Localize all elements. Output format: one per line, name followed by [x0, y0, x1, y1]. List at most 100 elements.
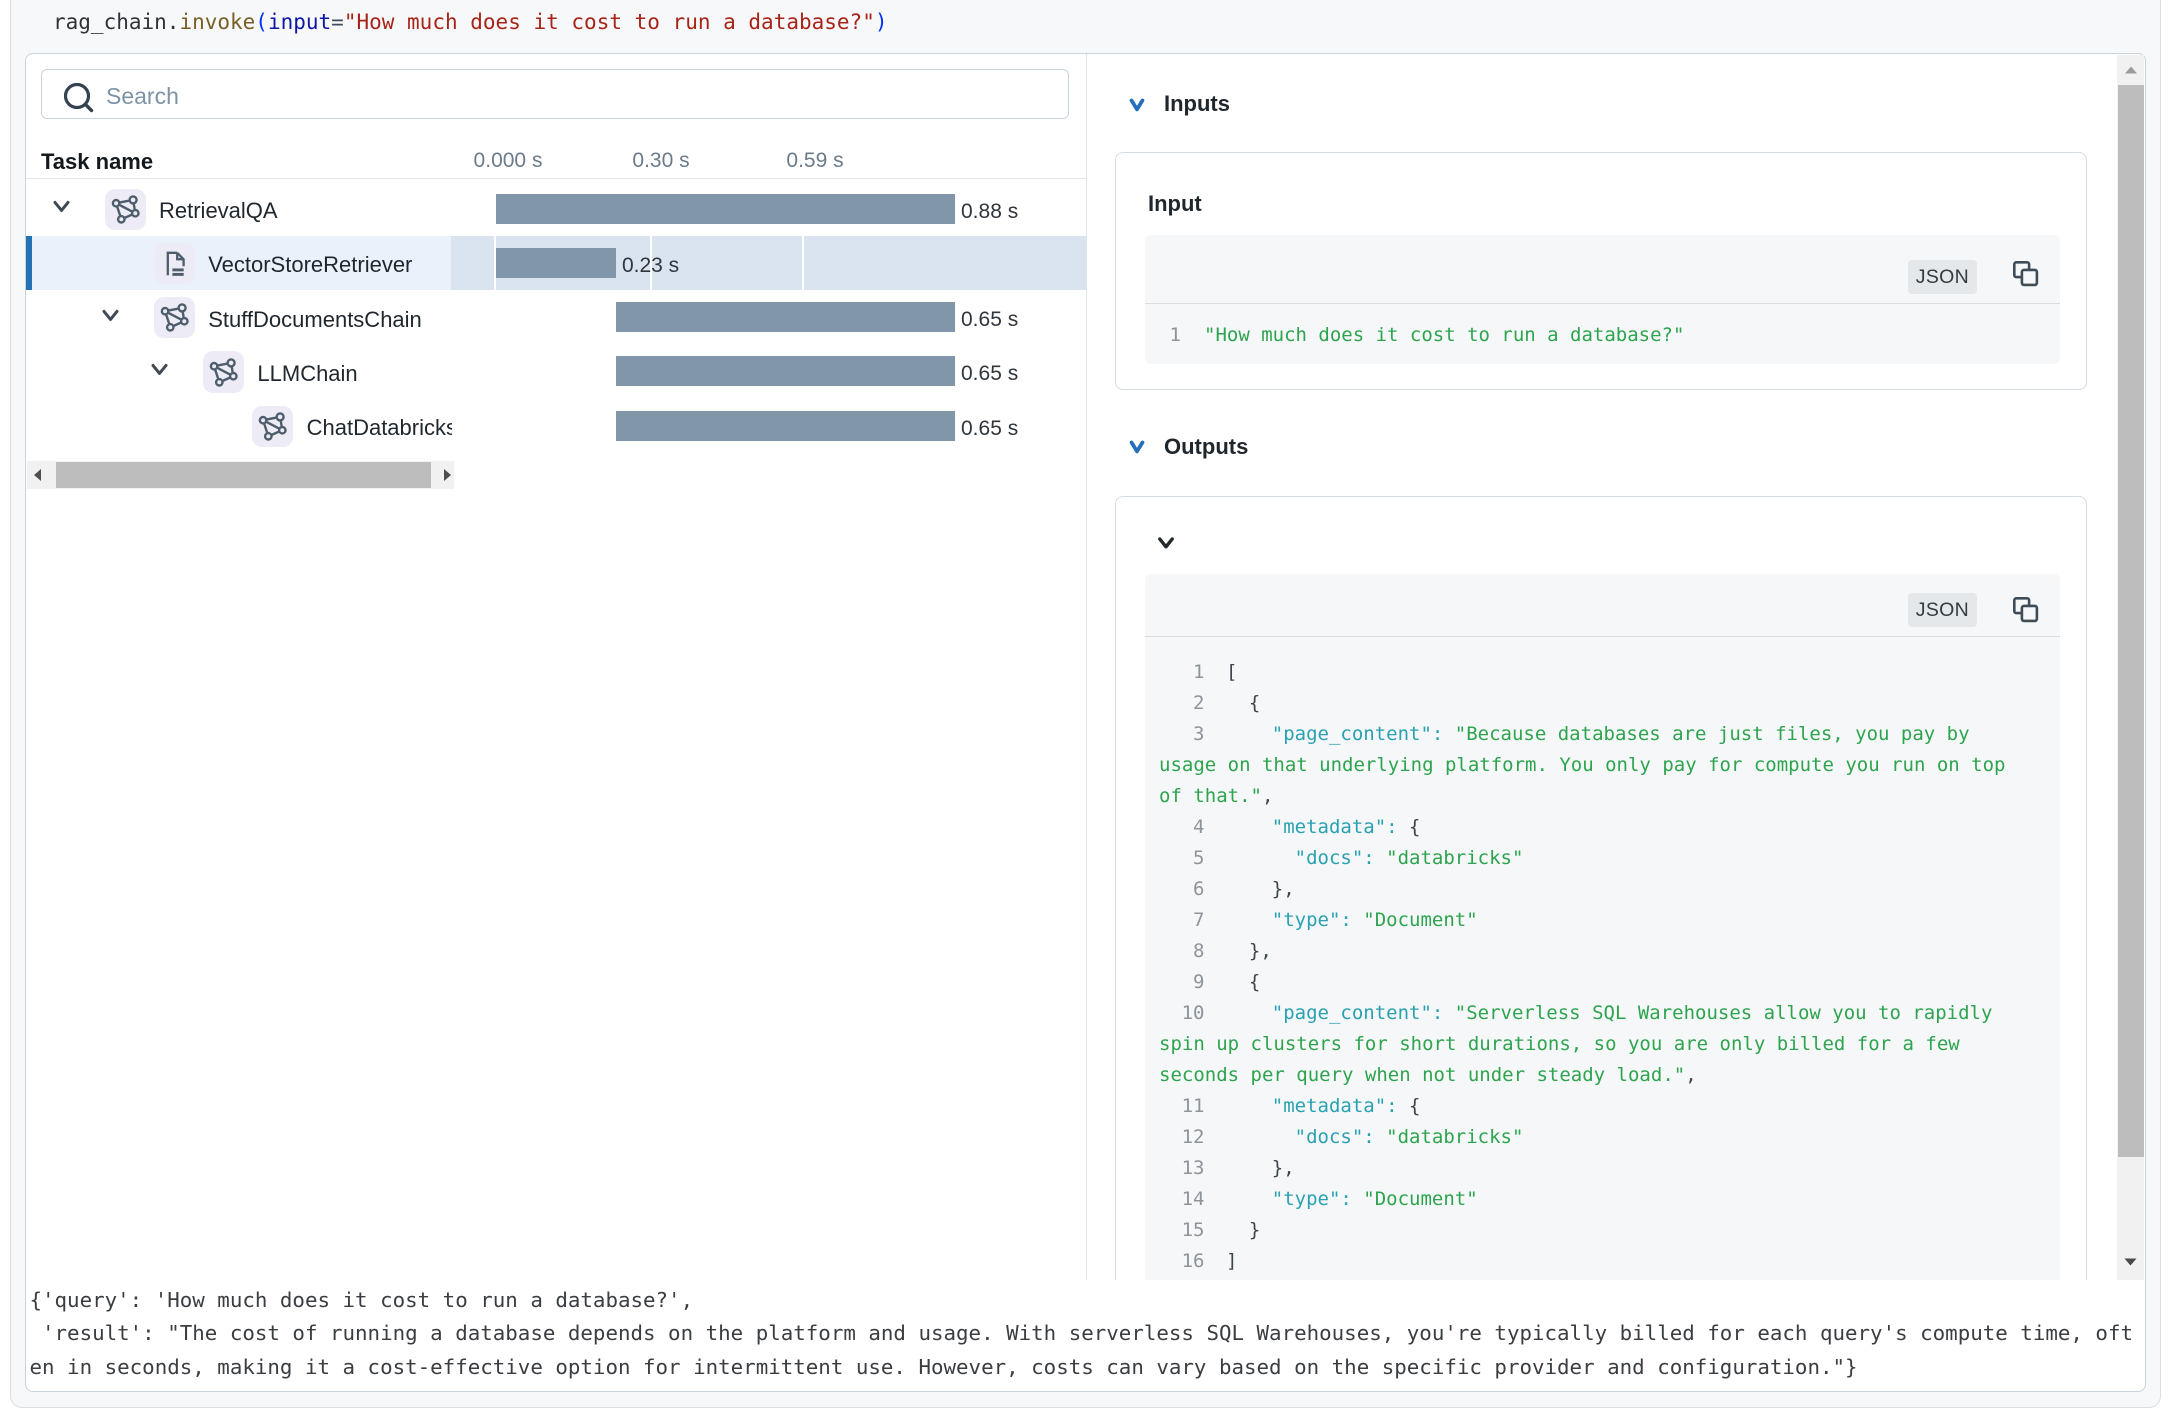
json-code-line: 14 "type": "Document" — [1145, 1184, 2060, 1215]
time-tick-0: 0.000 s — [474, 149, 543, 173]
code-token: invoke — [179, 10, 255, 34]
row-expander[interactable] — [53, 200, 70, 213]
code-token: input — [268, 10, 331, 34]
scroll-down-icon[interactable] — [2124, 1258, 2137, 1266]
json-token: , — [1262, 785, 1273, 807]
chain-icon — [160, 303, 189, 332]
json-token: "How much does it cost to run a database… — [1204, 324, 1684, 346]
line-number: 14 — [1158, 1184, 1205, 1215]
copy-icon[interactable] — [2012, 260, 2039, 287]
output-collapse-icon[interactable] — [1158, 537, 1174, 549]
duration-bar[interactable] — [496, 248, 616, 278]
line-number: 9 — [1158, 967, 1205, 998]
json-token: seconds per query when not under steady … — [1159, 1064, 1685, 1086]
duration-bar[interactable] — [496, 194, 955, 224]
task-type-icon-box — [203, 351, 244, 392]
outputs-collapse-icon[interactable] — [1129, 440, 1145, 454]
line-number: 8 — [1158, 936, 1205, 967]
json-token: , — [1685, 1064, 1696, 1086]
json-token: { — [1226, 692, 1260, 714]
horizontal-scrollbar-thumb[interactable] — [56, 462, 431, 488]
json-token: "docs": — [1226, 847, 1375, 869]
horizontal-scrollbar[interactable] — [27, 461, 454, 489]
row-expander[interactable] — [102, 309, 119, 322]
json-code-wrap-line: of that.", — [1145, 781, 2060, 812]
timeline-gridline — [802, 236, 804, 290]
json-token — [1443, 723, 1454, 745]
json-token: { — [1398, 816, 1421, 838]
line-number: 6 — [1158, 874, 1205, 905]
task-row-VectorStoreRetriever[interactable]: VectorStoreRetriever0.23 s — [26, 236, 1086, 290]
task-row-LLMChain[interactable]: LLMChain 0.65 s — [26, 344, 1086, 398]
task-name-cell: LLMChain — [26, 344, 452, 398]
search-text-input[interactable] — [106, 73, 1006, 120]
json-code-line: 1[ — [1145, 657, 2060, 688]
json-code-line: 5 "docs": "databricks" — [1145, 843, 2060, 874]
task-row-ChatDatabricks[interactable]: ChatDatabricks0.65 s — [26, 399, 1086, 453]
line-number: 11 — [1158, 1091, 1205, 1122]
code-token: "How much does it cost to run a database… — [344, 10, 875, 34]
json-code-line: 16] — [1145, 1246, 2060, 1277]
stdout-line: 'result': "The cost of running a databas… — [30, 1317, 2134, 1350]
search-input[interactable] — [41, 69, 1069, 119]
json-token — [1352, 1188, 1363, 1210]
task-type-icon-box — [105, 189, 146, 230]
json-code-line: 3 "page_content": "Because databases are… — [1145, 719, 2060, 750]
cell-stdout-output: {'query': 'How much does it cost to run … — [30, 1284, 2134, 1384]
line-number: 16 — [1158, 1246, 1205, 1277]
json-token: "docs": — [1226, 1126, 1375, 1148]
panel-divider — [1086, 54, 1087, 1280]
vertical-scrollbar-thumb[interactable] — [2118, 85, 2144, 1157]
line-number: 12 — [1158, 1122, 1205, 1153]
json-code-line: 2 { — [1145, 688, 2060, 719]
json-token: [ — [1226, 661, 1237, 683]
task-label: StuffDocumentsChain — [208, 290, 422, 344]
task-row-StuffDocumentsChain[interactable]: StuffDocumentsChain0.65 s — [26, 290, 1086, 344]
time-tick-1: 0.30 s — [632, 149, 689, 173]
json-code-line: 15 } — [1145, 1215, 2060, 1246]
chain-icon — [111, 195, 140, 224]
json-token: "page_content": — [1226, 1002, 1443, 1024]
expand-chevron-icon[interactable] — [102, 309, 119, 322]
scroll-right-icon[interactable] — [443, 468, 453, 482]
line-number: 13 — [1158, 1153, 1205, 1184]
line-number: 1 — [1158, 320, 1181, 351]
duration-bar[interactable] — [616, 411, 955, 441]
notebook-code-line[interactable]: rag_chain.invoke(input="How much does it… — [53, 7, 888, 41]
duration-bar[interactable] — [616, 356, 955, 386]
json-token: }, — [1226, 940, 1272, 962]
json-code-wrap-line: usage on that underlying platform. You o… — [1145, 750, 2060, 781]
json-format-badge: JSON — [1908, 593, 1977, 627]
vertical-scrollbar[interactable] — [2117, 55, 2144, 1280]
inputs-section-title: Inputs — [1164, 91, 1230, 117]
task-row-RetrievalQA[interactable]: RetrievalQA0.88 s — [26, 182, 1086, 236]
json-token: "databricks" — [1386, 1126, 1523, 1148]
row-expander[interactable] — [151, 363, 168, 376]
json-token: }, — [1226, 878, 1295, 900]
json-code-wrap-line: seconds per query when not under steady … — [1145, 1060, 2060, 1091]
json-code-line: 8 }, — [1145, 936, 2060, 967]
line-number: 5 — [1158, 843, 1205, 874]
inputs-collapse-icon[interactable] — [1129, 98, 1145, 112]
json-token: "Document" — [1363, 1188, 1477, 1210]
json-token: "metadata": — [1226, 816, 1398, 838]
json-token: "Document" — [1363, 909, 1477, 931]
output-code-header: JSON — [1145, 574, 2060, 637]
input-code-header: JSON — [1145, 235, 2060, 304]
duration-label: 0.65 s — [961, 344, 1018, 401]
json-code-wrap-line: spin up clusters for short durations, so… — [1145, 1029, 2060, 1060]
code-token: ) — [875, 10, 888, 34]
json-code-line: 12 "docs": "databricks" — [1145, 1122, 2060, 1153]
json-token: "Because databases are just files, you p… — [1455, 723, 1970, 745]
scroll-left-icon[interactable] — [32, 468, 42, 482]
search-icon — [62, 81, 96, 115]
duration-bar[interactable] — [616, 302, 955, 332]
copy-icon[interactable] — [2012, 596, 2039, 623]
expand-chevron-icon[interactable] — [53, 200, 70, 213]
json-token: spin up clusters for short durations, so… — [1159, 1033, 1960, 1055]
document-icon — [160, 249, 189, 278]
scroll-up-icon[interactable] — [2124, 66, 2138, 74]
stdout-line: en in seconds, making it a cost-effectiv… — [30, 1351, 2134, 1384]
json-token: { — [1398, 1095, 1421, 1117]
expand-chevron-icon[interactable] — [151, 363, 168, 376]
